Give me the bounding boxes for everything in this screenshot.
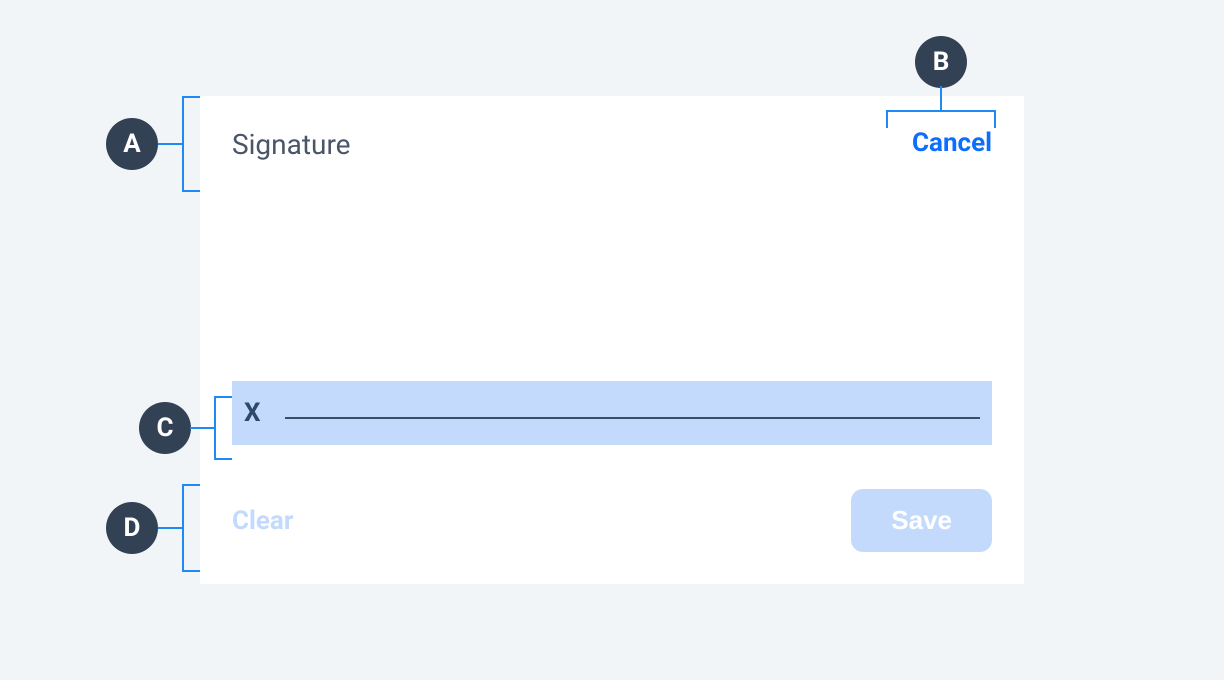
modal-footer: Clear Save [232,465,992,552]
annotation-b-bracket [886,110,996,128]
annotation-a-badge: A [106,118,158,170]
annotation-c-arm [190,427,214,429]
annotation-a-arm [158,143,182,145]
cancel-button[interactable]: Cancel [912,128,992,158]
annotation-a-bracket [182,96,200,192]
annotation-b-badge: B [915,36,967,88]
modal-title: Signature [232,128,351,161]
annotation-b-arm [940,86,942,110]
signature-line [285,417,980,419]
annotation-d-arm [158,527,182,529]
modal-header: Signature Cancel [232,128,992,161]
annotation-d-bracket [182,484,200,572]
annotation-c-bracket [214,396,232,460]
signature-modal: Signature Cancel X Clear Save [200,96,1024,584]
annotation-d-badge: D [106,502,158,554]
annotation-c-badge: C [139,402,191,454]
signature-input-area[interactable]: X [232,381,992,445]
clear-button[interactable]: Clear [232,506,293,536]
signature-marker: X [244,398,261,428]
save-button[interactable]: Save [851,489,992,552]
